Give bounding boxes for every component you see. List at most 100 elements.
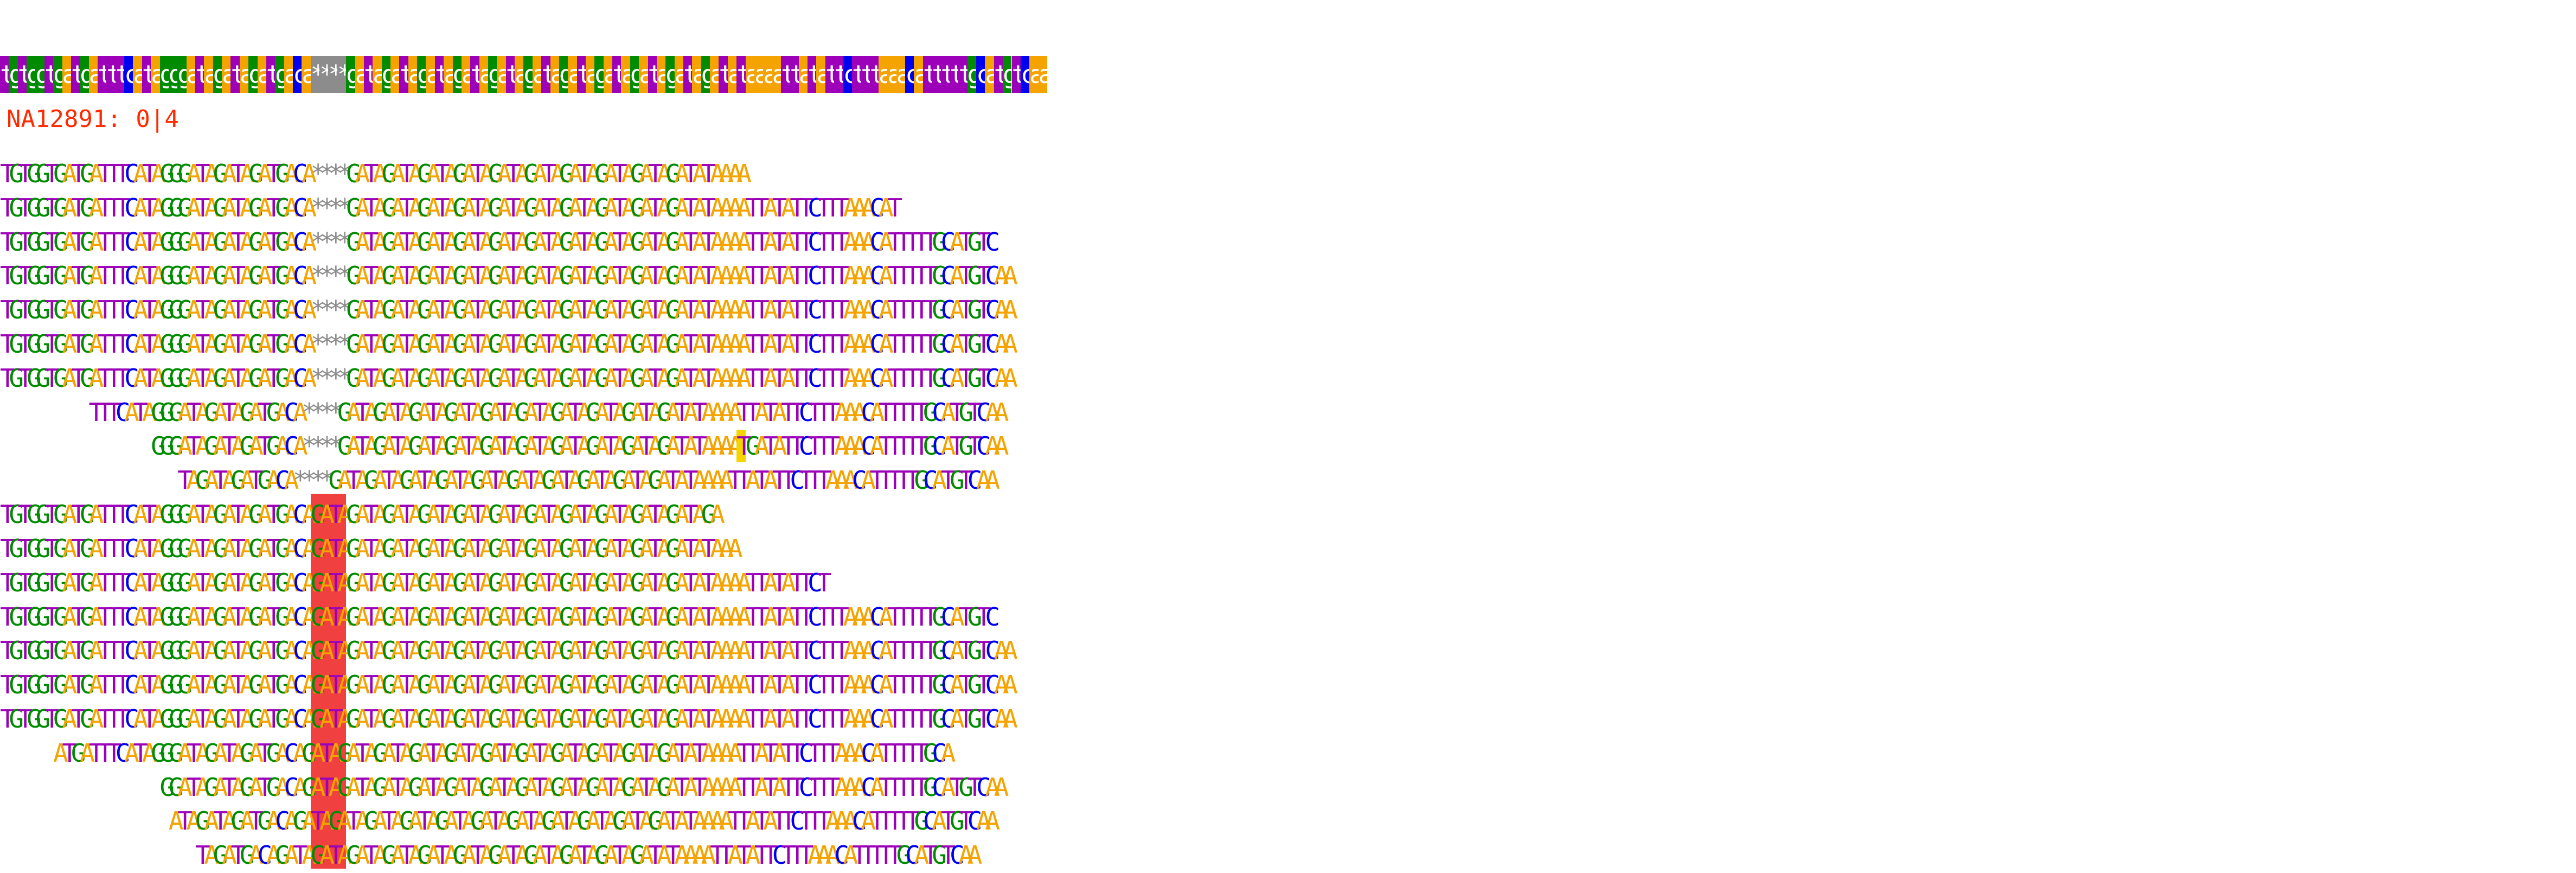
read-base: A xyxy=(62,329,78,359)
read-base: G xyxy=(35,602,51,632)
read-base: A xyxy=(869,772,885,802)
read-base: T xyxy=(363,840,379,870)
read-base: G xyxy=(488,636,503,666)
read-base: G xyxy=(53,670,68,700)
read-base: A xyxy=(719,738,734,768)
read-base: A xyxy=(851,431,867,461)
read-base: A xyxy=(302,602,317,632)
read-base: A xyxy=(186,363,202,393)
read-base: A xyxy=(293,738,308,768)
read-base: T xyxy=(195,227,210,257)
read-base: A xyxy=(665,397,681,427)
read-base: C xyxy=(808,261,823,291)
read-base: G xyxy=(417,227,432,257)
read-base: G xyxy=(159,533,175,563)
read-base: G xyxy=(630,704,645,734)
read-base: A xyxy=(434,431,450,461)
read-row: TGTGGTGATGATTTCATAGGGATAGATAGATGACAGATAG… xyxy=(0,630,2576,667)
read-base: T xyxy=(683,261,699,291)
read-base: A xyxy=(302,670,317,700)
read-base: A xyxy=(665,772,681,802)
read-base: T xyxy=(355,738,370,768)
read-base: A xyxy=(497,840,512,870)
read-base: A xyxy=(239,295,255,325)
read-base: G xyxy=(932,602,947,632)
read-base: A xyxy=(408,193,424,222)
read-base: G xyxy=(80,568,95,597)
read-base: A xyxy=(727,533,743,563)
read-base: A xyxy=(550,670,566,700)
read-base: G xyxy=(452,670,468,700)
read-base: A xyxy=(479,704,495,734)
read-base: A xyxy=(363,738,379,768)
read-base: A xyxy=(470,738,485,768)
read-base: A xyxy=(532,466,548,495)
read-base: T xyxy=(115,363,131,393)
read-base: T xyxy=(195,840,210,870)
read-base: A xyxy=(851,602,867,632)
read-base: T xyxy=(825,329,841,359)
read-base: A xyxy=(222,636,237,666)
read-base: A xyxy=(497,261,512,291)
read-base: A xyxy=(940,431,956,461)
read-base: G xyxy=(612,466,627,495)
read-base: T xyxy=(505,329,521,359)
read-base: A xyxy=(186,329,202,359)
read-base: T xyxy=(612,840,627,870)
read-base: A xyxy=(319,602,335,632)
read-base: T xyxy=(612,329,627,359)
read-base: T xyxy=(576,568,592,597)
read-base: T xyxy=(808,397,823,427)
reference-base: a xyxy=(763,56,778,93)
read-base: G xyxy=(630,602,645,632)
read-base: A xyxy=(302,363,317,393)
read-base: T xyxy=(958,806,974,836)
read-base: G xyxy=(27,500,42,530)
read-base: G xyxy=(914,806,930,836)
read-base: A xyxy=(932,466,947,495)
reference-base: t xyxy=(808,56,823,93)
read-base: G xyxy=(452,261,468,291)
read-base: G xyxy=(363,466,379,495)
reference-base: t xyxy=(922,56,938,93)
read-base: T xyxy=(195,670,210,700)
read-base: A xyxy=(834,738,849,768)
reference-base: g xyxy=(452,56,467,93)
read-base: A xyxy=(736,261,752,291)
read-base: G xyxy=(701,500,716,530)
read-base: T xyxy=(683,466,699,495)
read-base: G xyxy=(248,704,264,734)
read-base: C xyxy=(976,772,991,802)
read-base: T xyxy=(967,397,983,427)
read-base: A xyxy=(1003,704,1018,734)
read-base: T xyxy=(887,261,903,291)
read-base: T xyxy=(612,227,627,257)
read-base: A xyxy=(763,261,778,291)
read-base: A xyxy=(861,193,876,222)
read-base: A xyxy=(612,772,627,802)
read-base: T xyxy=(434,227,450,257)
read-base: G xyxy=(665,602,681,632)
read-base: G xyxy=(488,840,503,870)
read-base: A xyxy=(195,431,210,461)
read-base: G xyxy=(630,295,645,325)
read-base: A xyxy=(532,500,548,530)
read-base: A xyxy=(763,568,778,597)
read-base: A xyxy=(452,738,468,768)
read-base: T xyxy=(434,500,450,530)
read-base: C xyxy=(861,431,876,461)
read-base: A xyxy=(505,431,521,461)
read-base: T xyxy=(230,568,246,597)
read-base: T xyxy=(248,466,264,495)
read-base: G xyxy=(266,772,281,802)
read-base: T xyxy=(142,159,157,188)
read-base: A xyxy=(586,636,601,666)
read-base: C xyxy=(940,670,956,700)
read-base: * xyxy=(310,261,326,291)
read-base: A xyxy=(710,500,725,530)
read-base: G xyxy=(381,193,397,222)
read-base: T xyxy=(0,193,15,222)
read-base: A xyxy=(355,261,370,291)
read-base: A xyxy=(133,602,149,632)
read-base: T xyxy=(106,602,122,632)
